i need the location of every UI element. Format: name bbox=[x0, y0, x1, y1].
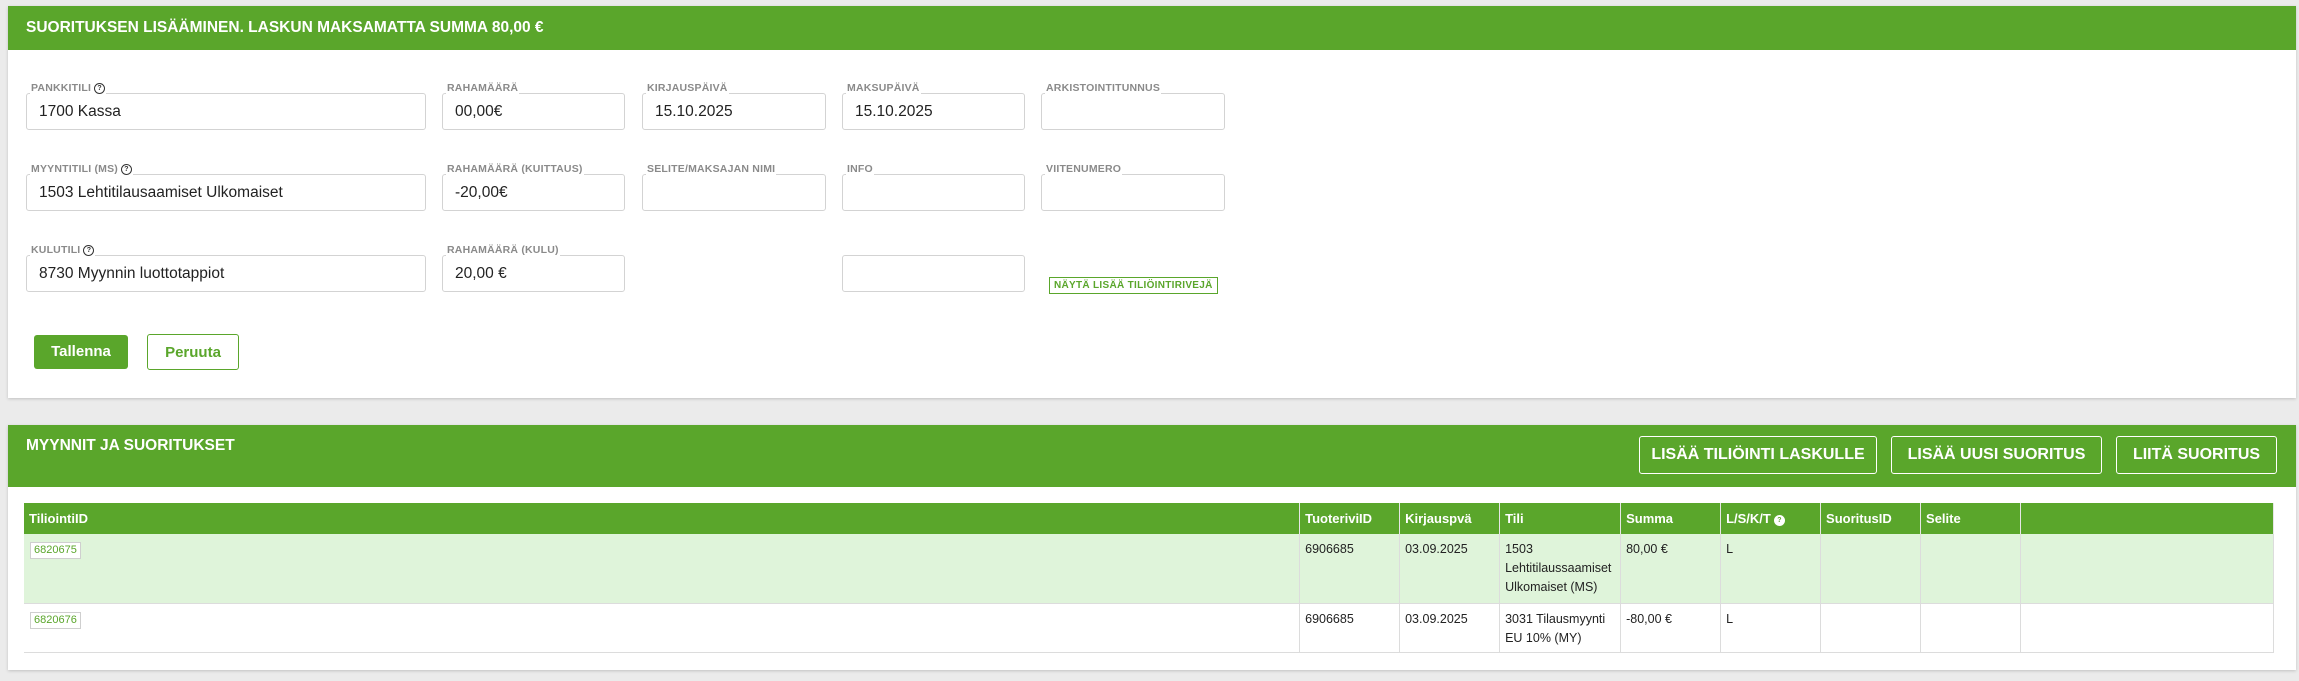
column-header-label: L/S/K/T bbox=[1726, 511, 1771, 526]
table-row: 6820675 6906685 03.09.2025 1503 Lehtitil… bbox=[24, 534, 2274, 604]
kirjauspva-cell: 03.09.2025 bbox=[1399, 603, 1501, 653]
lskt-cell: L bbox=[1720, 534, 1822, 604]
info-label: INFO bbox=[846, 163, 874, 175]
column-header[interactable]: TiliointiID bbox=[24, 503, 1301, 534]
column-header-lskt[interactable]: L/S/K/T? bbox=[1720, 503, 1822, 534]
extra-cell bbox=[2020, 603, 2274, 653]
viitenumero-input[interactable] bbox=[1041, 174, 1225, 211]
show-more-rows-button[interactable]: NÄYTÄ LISÄÄ TILIÖINTIRIVEJÄ bbox=[1049, 277, 1218, 294]
selite-input[interactable] bbox=[642, 174, 826, 211]
sales-table: TiliointiID TuoteriviID Kirjauspvä Tili … bbox=[24, 503, 2274, 653]
tuoterivi-id-cell: 6906685 bbox=[1299, 534, 1401, 604]
sales-payments-header: MYYNNIT JA SUORITUKSET LISÄÄ TILIÖINTI L… bbox=[8, 425, 2296, 487]
save-button[interactable]: Tallenna bbox=[34, 335, 128, 369]
kirjauspaiva-label: KIRJAUSPÄIVÄ bbox=[646, 82, 729, 94]
tuoterivi-id-cell: 6906685 bbox=[1299, 603, 1401, 653]
kirjauspaiva-input[interactable]: 15.10.2025 bbox=[642, 93, 826, 130]
tili-cell: 1503 Lehtitilaussaamiset Ulkomaiset (MS) bbox=[1499, 534, 1622, 604]
pankkitili-input[interactable]: 1700 Kassa bbox=[26, 93, 426, 130]
sales-payments-title: MYYNNIT JA SUORITUKSET bbox=[26, 437, 235, 454]
add-posting-button[interactable]: LISÄÄ TILIÖINTI LASKULLE bbox=[1639, 436, 1877, 474]
rahamaara-kuittaus-label: RAHAMÄÄRÄ (KUITTAUS) bbox=[446, 163, 584, 175]
table-row: 6820676 6906685 03.09.2025 3031 Tilausmy… bbox=[24, 603, 2274, 653]
tiliointi-id-link[interactable]: 6820676 bbox=[30, 611, 81, 629]
cancel-button[interactable]: Peruuta bbox=[147, 334, 239, 370]
myyntitili-input[interactable]: 1503 Lehtitilausaamiset Ulkomaiset bbox=[26, 174, 426, 211]
tili-cell: 3031 Tilausmyynti EU 10% (MY) bbox=[1499, 603, 1622, 653]
summa-cell: 80,00 € bbox=[1620, 534, 1722, 604]
kirjauspva-cell: 03.09.2025 bbox=[1399, 534, 1501, 604]
column-header[interactable]: Summa bbox=[1620, 503, 1722, 534]
suoritus-id-cell bbox=[1820, 534, 1922, 604]
column-header[interactable]: SuoritusID bbox=[1820, 503, 1922, 534]
extra-cell bbox=[2020, 534, 2274, 604]
payment-form-panel: SUORITUKSEN LISÄÄMINEN. LASKUN MAKSAMATT… bbox=[8, 6, 2296, 398]
viitenumero-label: VIITENUMERO bbox=[1045, 163, 1123, 175]
maksupaiva-label: MAKSUPÄIVÄ bbox=[846, 82, 921, 94]
selite-label: SELITE/MAKSAJAN NIMI bbox=[646, 163, 777, 175]
help-icon[interactable]: ? bbox=[83, 245, 95, 256]
rahamaara-kulu-label: RAHAMÄÄRÄ (KULU) bbox=[446, 244, 560, 256]
maksupaiva-input[interactable]: 15.10.2025 bbox=[842, 93, 1025, 130]
pankkitili-label: PANKKITILI bbox=[31, 82, 92, 94]
column-header[interactable]: Selite bbox=[1920, 503, 2021, 534]
selite-cell bbox=[1920, 603, 2021, 653]
selite-cell bbox=[1920, 534, 2021, 604]
arkistointitunnus-label: ARKISTOINTITUNNUS bbox=[1045, 82, 1162, 94]
kulutili-label: KULUTILI bbox=[31, 244, 81, 256]
kulutili-input[interactable]: 8730 Myynnin luottotappiot bbox=[26, 255, 426, 292]
lskt-cell: L bbox=[1720, 603, 1822, 653]
column-header[interactable]: TuoteriviID bbox=[1299, 503, 1401, 534]
column-header[interactable]: Kirjauspvä bbox=[1399, 503, 1501, 534]
summa-cell: -80,00 € bbox=[1620, 603, 1722, 653]
help-icon[interactable]: ? bbox=[121, 164, 132, 175]
info-input[interactable] bbox=[842, 174, 1025, 211]
suoritus-id-cell bbox=[1820, 603, 1922, 653]
column-header[interactable]: Tili bbox=[1499, 503, 1622, 534]
attach-payment-button[interactable]: LIITÄ SUORITUS bbox=[2116, 436, 2277, 474]
payment-form-title: SUORITUKSEN LISÄÄMINEN. LASKUN MAKSAMATT… bbox=[8, 6, 2296, 50]
tiliointi-id-link[interactable]: 6820675 bbox=[30, 542, 81, 559]
help-icon[interactable]: ? bbox=[94, 83, 106, 94]
myyntitili-label: MYYNTITILI (MS) bbox=[31, 163, 118, 175]
rahamaara-kulu-input[interactable]: 20,00 € bbox=[442, 255, 625, 292]
table-header-row: TiliointiID TuoteriviID Kirjauspvä Tili … bbox=[24, 503, 2274, 534]
arkistointitunnus-input[interactable] bbox=[1041, 93, 1225, 130]
sales-payments-panel: MYYNNIT JA SUORITUKSET LISÄÄ TILIÖINTI L… bbox=[8, 425, 2296, 670]
rahamaara-input[interactable]: 00,00€ bbox=[442, 93, 625, 130]
help-icon[interactable]: ? bbox=[1773, 515, 1785, 526]
rahamaara-kuittaus-input[interactable]: -20,00€ bbox=[442, 174, 625, 211]
add-payment-button[interactable]: LISÄÄ UUSI SUORITUS bbox=[1891, 436, 2102, 474]
extra-input[interactable] bbox=[842, 255, 1025, 292]
rahamaara-label: RAHAMÄÄRÄ bbox=[446, 82, 520, 94]
column-header bbox=[2020, 503, 2274, 534]
